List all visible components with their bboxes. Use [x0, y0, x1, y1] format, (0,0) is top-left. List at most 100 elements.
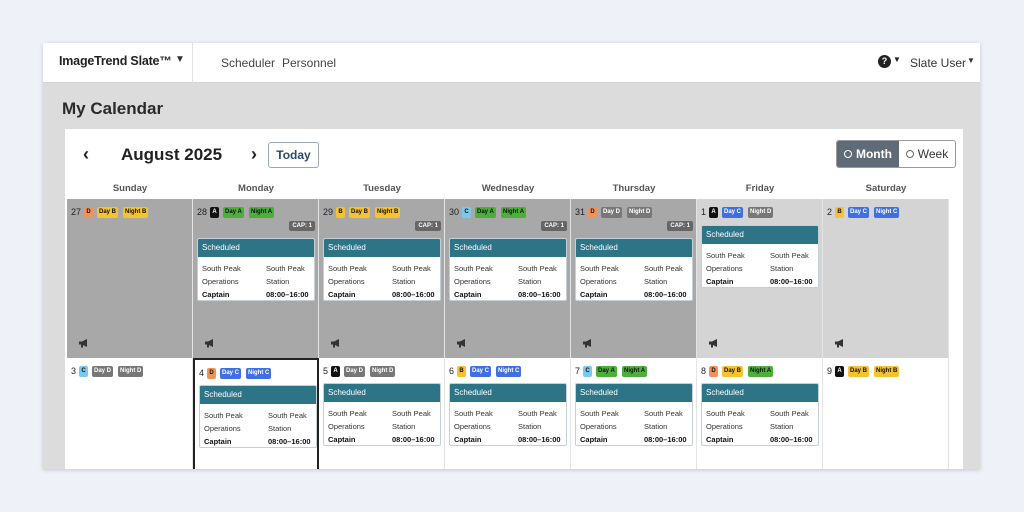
- shift-tag[interactable]: Day A: [223, 207, 244, 218]
- help-dropdown-icon[interactable]: ▼: [893, 55, 901, 64]
- prev-month-icon[interactable]: ‹: [83, 144, 89, 165]
- schedule-card[interactable]: Scheduled South Peak South Peak Operations S…: [197, 238, 315, 301]
- schedule-detail: South Peak: [706, 251, 745, 260]
- calendar-day-cell[interactable]: 2 B Day C Night C: [823, 199, 949, 358]
- schedule-detail: Operations: [328, 422, 365, 431]
- shift-tag[interactable]: Day D: [601, 207, 623, 218]
- capacity-badge: CAP: 1: [667, 221, 693, 231]
- calendar-day-cell[interactable]: 5 A Day D Night D Scheduled South Peak South P…: [319, 358, 445, 469]
- shift-tag[interactable]: Night A: [748, 366, 774, 377]
- shift-tag[interactable]: Day B: [349, 207, 371, 218]
- schedule-card[interactable]: Scheduled South Peak South Peak Operations S…: [449, 383, 567, 446]
- calendar-day-cell[interactable]: 27 D Day B Night B: [67, 199, 193, 358]
- month-view-option[interactable]: Month: [837, 141, 899, 167]
- calendar-day-cell[interactable]: 6 B Day C Night C Scheduled South Peak South P…: [445, 358, 571, 469]
- shift-tag[interactable]: Day C: [470, 366, 492, 377]
- shift-tag[interactable]: Night C: [496, 366, 522, 377]
- shift-tag[interactable]: Night C: [246, 368, 272, 379]
- schedule-detail: Operations: [328, 277, 365, 286]
- shift-tag[interactable]: Night D: [118, 366, 144, 377]
- shift-tag[interactable]: Day B: [722, 366, 744, 377]
- next-month-icon[interactable]: ›: [251, 144, 257, 165]
- announcement-icon[interactable]: [456, 338, 468, 348]
- announcement-icon[interactable]: [204, 338, 216, 348]
- shift-tag[interactable]: Day A: [596, 366, 617, 377]
- schedule-detail: 08:00–16:00: [268, 437, 311, 446]
- shift-tag[interactable]: Day A: [475, 207, 496, 218]
- shift-tag[interactable]: Night B: [874, 366, 900, 377]
- app-brand[interactable]: ImageTrend Slate™: [59, 54, 172, 68]
- user-menu[interactable]: Slate User: [910, 56, 966, 70]
- day-number: 7: [575, 366, 581, 376]
- schedule-detail: South Peak: [580, 264, 619, 273]
- calendar-day-cell[interactable]: 4 D Day C Night C Scheduled South Peak South P…: [193, 358, 319, 469]
- nav-personnel[interactable]: Personnel: [282, 56, 336, 70]
- day-number: 2: [827, 207, 833, 217]
- schedule-card[interactable]: Scheduled South Peak South Peak Operations S…: [323, 238, 441, 301]
- shift-tag[interactable]: Night A: [249, 207, 275, 218]
- announcement-icon[interactable]: [708, 338, 720, 348]
- schedule-detail: South Peak: [518, 409, 557, 418]
- today-button[interactable]: Today: [268, 142, 319, 168]
- platoon-badge: D: [588, 207, 597, 218]
- calendar-day-cell[interactable]: 31 D Day D Night D CAP: 1 Scheduled South Peak…: [571, 199, 697, 358]
- shift-tag[interactable]: Night B: [123, 207, 149, 218]
- radio-checked-icon: [843, 150, 852, 158]
- shift-tag[interactable]: Day C: [722, 207, 744, 218]
- schedule-detail: Operations: [580, 277, 617, 286]
- shift-tag[interactable]: Day D: [344, 366, 366, 377]
- shift-tag[interactable]: Day C: [848, 207, 870, 218]
- calendar-day-cell[interactable]: 30 C Day A Night A CAP: 1 Scheduled South Peak…: [445, 199, 571, 358]
- schedule-status: Scheduled: [702, 384, 818, 402]
- platoon-badge: A: [331, 366, 340, 377]
- schedule-detail: Operations: [204, 424, 241, 433]
- shift-tag[interactable]: Night B: [375, 207, 401, 218]
- day-number: 3: [71, 366, 77, 376]
- schedule-detail: 08:00–16:00: [770, 277, 813, 286]
- nav-scheduler[interactable]: Scheduler: [221, 56, 275, 70]
- brand-dropdown-icon[interactable]: ▼: [175, 54, 185, 65]
- calendar-day-cell[interactable]: 1 A Day C Night D Scheduled South Peak South P…: [697, 199, 823, 358]
- schedule-detail: Station: [392, 277, 416, 286]
- calendar-day-cell[interactable]: 29 B Day B Night B CAP: 1 Scheduled South Peak…: [319, 199, 445, 358]
- calendar-day-cell[interactable]: 8 D Day B Night A Scheduled South Peak South P…: [697, 358, 823, 469]
- weekday-sunday: Sunday: [112, 183, 148, 194]
- calendar-day-cell[interactable]: 7 C Day A Night A Scheduled South Peak South P…: [571, 358, 697, 469]
- help-icon[interactable]: ?: [878, 55, 891, 68]
- announcement-icon[interactable]: [834, 338, 846, 348]
- schedule-card[interactable]: Scheduled South Peak South Peak Operations S…: [199, 385, 317, 448]
- schedule-detail: 08:00–16:00: [644, 290, 687, 299]
- schedule-detail: 08:00–16:00: [518, 435, 561, 444]
- shift-tag[interactable]: Night D: [370, 366, 396, 377]
- weekday-wednesday: Wednesday: [481, 183, 535, 194]
- shift-tag[interactable]: Day C: [220, 368, 242, 379]
- platoon-badge: B: [457, 366, 466, 377]
- schedule-detail: South Peak: [204, 411, 243, 420]
- week-view-option[interactable]: Week: [898, 141, 955, 167]
- schedule-card[interactable]: Scheduled South Peak South Peak Operations S…: [575, 238, 693, 301]
- platoon-badge: A: [835, 366, 844, 377]
- announcement-icon[interactable]: [330, 338, 342, 348]
- schedule-card[interactable]: Scheduled South Peak South Peak Operations S…: [575, 383, 693, 446]
- shift-tag[interactable]: Day D: [92, 366, 114, 377]
- schedule-detail: Captain: [706, 277, 734, 286]
- schedule-card[interactable]: Scheduled South Peak South Peak Operations S…: [701, 225, 819, 288]
- shift-tag[interactable]: Day B: [97, 207, 119, 218]
- shift-tag[interactable]: Night C: [874, 207, 900, 218]
- announcement-icon[interactable]: [78, 338, 90, 348]
- schedule-card[interactable]: Scheduled South Peak South Peak Operations S…: [449, 238, 567, 301]
- schedule-card[interactable]: Scheduled South Peak South Peak Operations S…: [323, 383, 441, 446]
- schedule-detail: Station: [518, 277, 542, 286]
- shift-tag[interactable]: Night D: [748, 207, 774, 218]
- announcement-icon[interactable]: [582, 338, 594, 348]
- schedule-card[interactable]: Scheduled South Peak South Peak Operations S…: [701, 383, 819, 446]
- calendar-day-cell[interactable]: 3 C Day D Night D: [67, 358, 193, 469]
- shift-tag[interactable]: Night A: [622, 366, 648, 377]
- calendar-day-cell[interactable]: 9 A Day B Night B: [823, 358, 949, 469]
- shift-tag[interactable]: Day B: [848, 366, 870, 377]
- shift-tag[interactable]: Night A: [501, 207, 527, 218]
- shift-tag[interactable]: Night D: [627, 207, 653, 218]
- user-dropdown-icon[interactable]: ▼: [967, 56, 975, 65]
- calendar-day-cell[interactable]: 28 A Day A Night A CAP: 1 Scheduled South Peak…: [193, 199, 319, 358]
- schedule-detail: Station: [268, 424, 292, 433]
